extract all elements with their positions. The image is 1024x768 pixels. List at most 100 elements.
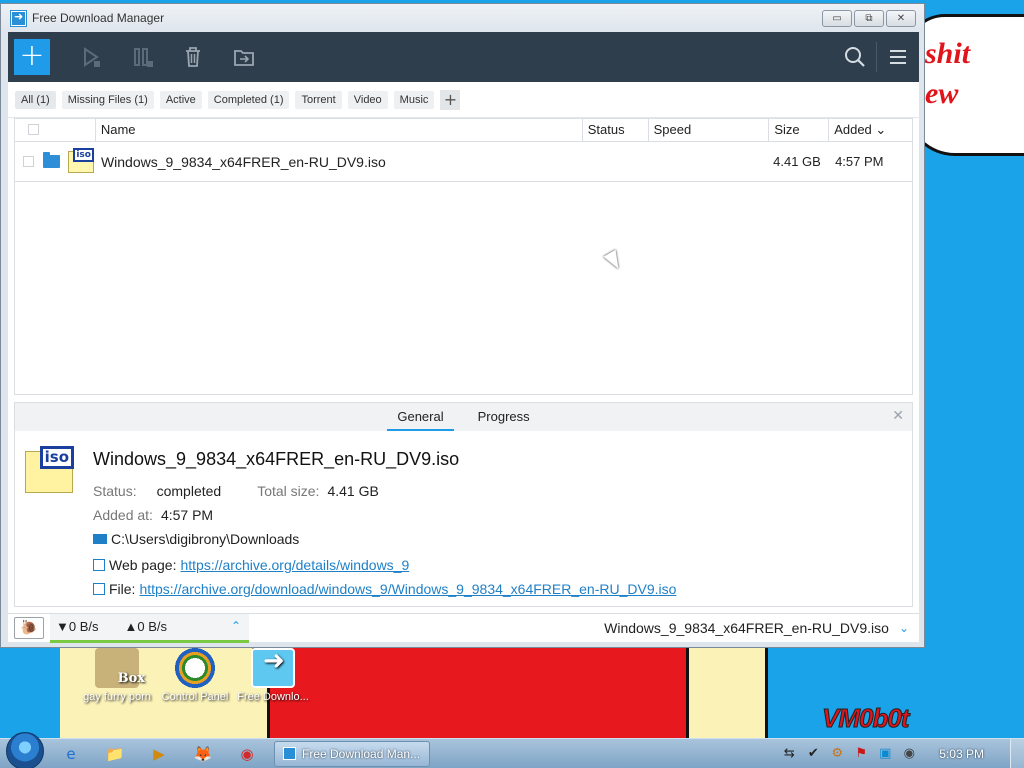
add-filter-button[interactable]: +: [440, 89, 461, 110]
close-details-button[interactable]: ✕: [892, 408, 904, 424]
column-added[interactable]: Added ⌄: [828, 119, 912, 141]
details-tabs: General Progress ✕: [15, 403, 912, 431]
total-size-value: 4.41 GB: [327, 483, 379, 499]
download-speed: ▼0 B/s: [56, 619, 99, 634]
details-added-line: Added at: 4:57 PM: [93, 507, 213, 523]
window-title: Free Download Manager: [32, 11, 165, 25]
external-link-icon: [93, 559, 105, 571]
taskbar-clock[interactable]: 5:03 PM: [939, 747, 984, 761]
filter-video[interactable]: Video: [347, 90, 388, 109]
desktop-icon-box[interactable]: gay furry porn: [80, 648, 154, 704]
download-path[interactable]: C:\Users\digibrony\Downloads: [111, 531, 299, 547]
filter-completed[interactable]: Completed (1): [207, 90, 290, 109]
tab-progress[interactable]: Progress: [468, 403, 540, 431]
close-button[interactable]: ✕: [886, 9, 916, 27]
select-all-checkbox[interactable]: [28, 124, 39, 135]
restore-button[interactable]: ⧉: [854, 9, 884, 27]
chrome-icon[interactable]: ◉: [230, 742, 264, 766]
taskbar: e 📁 ▶ 🦊 ◉ Free Download Man... ⇆ ✔ ⚙ ⚑ ▣…: [0, 731, 1024, 768]
status-value: completed: [156, 483, 222, 499]
web-page-link[interactable]: https://archive.org/details/windows_9: [180, 557, 409, 573]
iso-file-icon: iso: [67, 147, 94, 173]
iso-file-large-icon: iso: [25, 446, 74, 493]
details-file-line: File: https://archive.org/download/windo…: [93, 581, 676, 597]
filter-music[interactable]: Music: [393, 90, 435, 109]
pause-icon: [134, 48, 153, 67]
upload-speed: ▲0 B/s: [124, 619, 168, 634]
column-size[interactable]: Size: [768, 119, 828, 141]
delete-button[interactable]: [178, 42, 208, 72]
taskbar-item-label: Free Download Man...: [302, 746, 421, 761]
add-download-button[interactable]: +: [14, 39, 50, 75]
details-path-line[interactable]: C:\Users\digibrony\Downloads: [93, 531, 299, 547]
details-web-page-line: Web page: https://archive.org/details/wi…: [93, 557, 409, 573]
show-desktop-button[interactable]: [1010, 738, 1024, 768]
pause-button[interactable]: [127, 42, 157, 72]
total-size-label: Total size:: [257, 483, 320, 499]
row-checkbox[interactable]: [23, 156, 34, 167]
tab-general[interactable]: General: [387, 403, 454, 431]
external-link-icon: [93, 583, 105, 595]
menu-button[interactable]: [883, 42, 913, 72]
filter-missing-files[interactable]: Missing Files (1): [61, 90, 154, 109]
status-label: Status:: [93, 483, 137, 499]
fdm-tray-icon[interactable]: ⇆: [781, 746, 797, 762]
box-icon: [95, 648, 145, 688]
row-added: 4:57 PM: [835, 154, 884, 169]
fdm-taskbar-icon: [283, 747, 296, 760]
table-row[interactable]: iso Windows_9_9834_x64FRER_en-RU_DV9.iso…: [15, 142, 912, 182]
select-all-column: [15, 119, 95, 141]
taskbar-fdm-window[interactable]: Free Download Man...: [274, 740, 430, 767]
filter-all[interactable]: All (1): [15, 90, 56, 109]
move-button[interactable]: [229, 42, 259, 72]
added-label: Added at:: [93, 507, 153, 523]
row-size: 4.41 GB: [773, 154, 821, 169]
status-current-file: Windows_9_9834_x64FRER_en-RU_DV9.iso: [604, 620, 889, 636]
details-status-line: Status: completed Total size: 4.41 GB: [93, 483, 379, 499]
start-button[interactable]: [6, 731, 44, 768]
desktop-icon-control-panel[interactable]: Control Panel: [158, 648, 232, 704]
check-tray-icon[interactable]: ✔: [805, 746, 821, 762]
column-speed[interactable]: Speed: [647, 119, 769, 141]
chevron-up-icon[interactable]: ⌃: [231, 619, 241, 633]
downloads-table: Name Status Speed Size Added ⌄ iso Windo…: [14, 118, 913, 395]
details-panel: General Progress ✕ iso Windows_9_9834_x6…: [14, 402, 913, 607]
fdm-window: Free Download Manager ▭ ⧉ ✕ +: [0, 3, 925, 648]
speed-limit-snail-icon[interactable]: 🐌: [14, 617, 44, 639]
volume-icon[interactable]: ◉: [901, 746, 917, 762]
system-tray: ⇆ ✔ ⚙ ⚑ ▣ ◉: [781, 746, 917, 762]
play-icon: [84, 47, 100, 67]
window-titlebar[interactable]: Free Download Manager ▭ ⧉ ✕: [1, 4, 924, 32]
column-name[interactable]: Name: [94, 119, 582, 141]
wallpaper-signature: VM0b0t: [821, 703, 909, 734]
file-link[interactable]: https://archive.org/download/windows_9/W…: [139, 581, 676, 597]
search-button[interactable]: [840, 42, 870, 72]
open-folder-icon[interactable]: [42, 152, 60, 168]
action-center-flag-icon[interactable]: ⚑: [853, 746, 869, 762]
fdm-app-icon: [10, 9, 27, 27]
internet-explorer-icon[interactable]: e: [54, 742, 88, 766]
column-status[interactable]: Status: [581, 119, 648, 141]
minimize-button[interactable]: ▭: [822, 9, 852, 27]
table-header: Name Status Speed Size Added ⌄: [15, 119, 912, 142]
main-toolbar: +: [8, 32, 919, 82]
trash-icon: [186, 47, 200, 67]
chevron-down-icon[interactable]: ⌄: [899, 621, 909, 635]
filter-torrent[interactable]: Torrent: [295, 90, 342, 109]
resume-button[interactable]: [76, 42, 106, 72]
explorer-folder-icon[interactable]: 📁: [98, 742, 132, 766]
details-file-name: Windows_9_9834_x64FRER_en-RU_DV9.iso: [93, 449, 460, 469]
firefox-icon[interactable]: 🦊: [186, 742, 220, 766]
desktop-icon-label: gay furry porn: [83, 691, 151, 703]
folder-icon: [93, 534, 107, 544]
added-value: 4:57 PM: [160, 507, 214, 523]
speed-indicator[interactable]: ▼0 B/s ▲0 B/s ⌃: [50, 613, 249, 643]
fdm-shortcut-icon: [251, 648, 295, 688]
wallpaper-cream-shape-right: [686, 645, 768, 740]
network-icon[interactable]: ▣: [877, 746, 893, 762]
settings-tray-icon[interactable]: ⚙: [829, 746, 845, 762]
media-player-icon[interactable]: ▶: [142, 742, 176, 766]
filter-active[interactable]: Active: [159, 90, 202, 109]
row-file-name: Windows_9_9834_x64FRER_en-RU_DV9.iso: [100, 153, 386, 170]
desktop-icon-fdm[interactable]: Free Downlo...: [236, 648, 310, 704]
